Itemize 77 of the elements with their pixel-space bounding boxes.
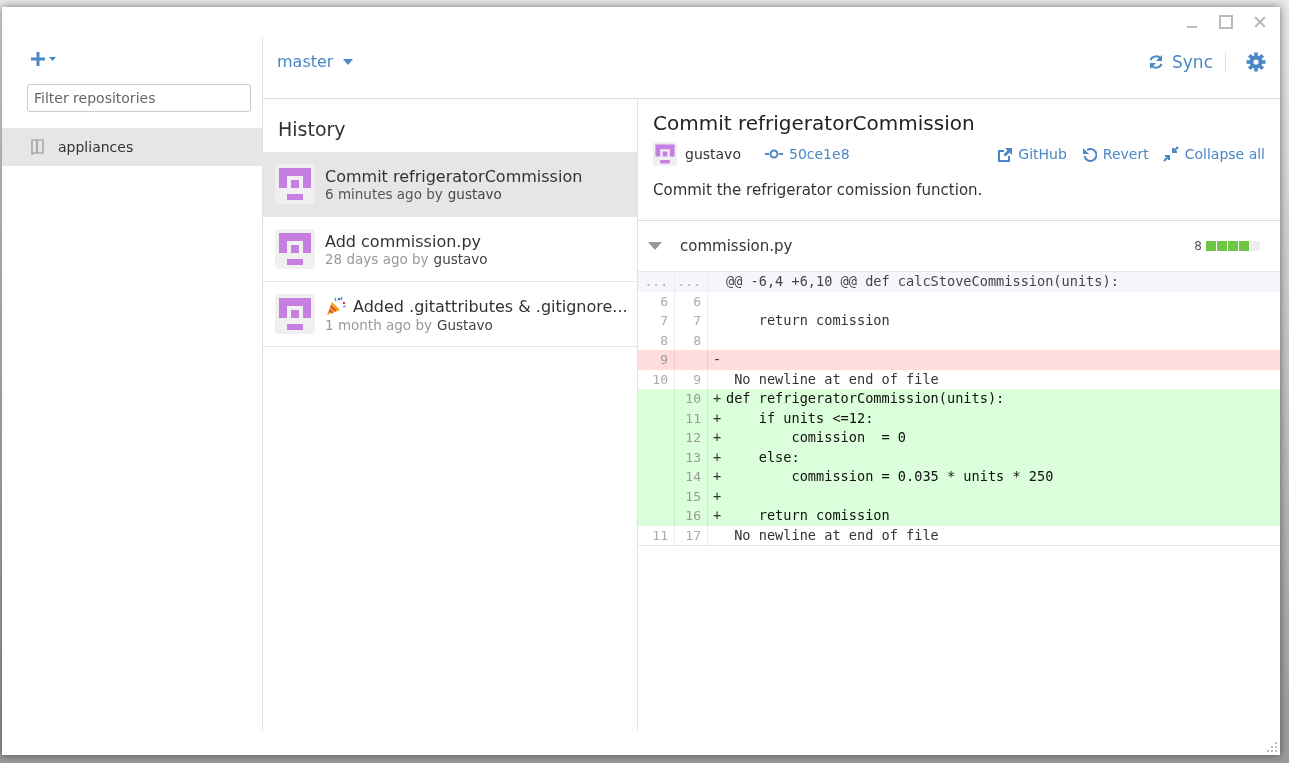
code-text: def refrigeratorCommission(units): xyxy=(726,389,1006,408)
line-number: 10 xyxy=(675,389,708,409)
code-text: No newline at end of file xyxy=(733,369,940,389)
commit-time: 6 minutes ago by xyxy=(325,185,443,202)
github-link[interactable]: GitHub xyxy=(996,146,1067,162)
diff-marker: + xyxy=(711,389,723,408)
code-text: comission = 0 xyxy=(790,428,908,447)
avatar-icon xyxy=(275,164,315,204)
close-icon[interactable] xyxy=(1252,14,1268,30)
commit-item[interactable]: Added .gitattributes & .gitignore... 1 month ago by Gustavo xyxy=(263,282,637,347)
line-number: 7 xyxy=(638,311,675,331)
line-number: 12 xyxy=(675,428,708,448)
code-text: No newline at end of file xyxy=(733,525,940,545)
change-count: 8 xyxy=(1194,239,1202,253)
commit-description: Commit the refrigerator comission function. xyxy=(638,169,1280,221)
filter-field[interactable]: Filter repositories xyxy=(27,84,251,112)
history-title: History xyxy=(277,117,347,142)
commit-time: 1 month ago by xyxy=(325,317,432,333)
code-text: else: xyxy=(757,447,801,467)
repository-item[interactable]: appliances xyxy=(2,128,262,166)
diff-marker: + xyxy=(711,408,723,428)
diff-marker: + xyxy=(711,447,723,467)
commit-title: Commit refrigeratorCommission xyxy=(652,110,976,137)
line-number: 14 xyxy=(675,467,708,487)
diff-marker: + xyxy=(711,467,723,486)
code-text: commission = 0.035 * units * 250 xyxy=(790,467,1055,486)
avatar-icon xyxy=(653,142,677,166)
maximize-icon[interactable] xyxy=(1218,14,1234,30)
line-number: 6 xyxy=(638,291,675,311)
commit-time: 28 days ago by xyxy=(325,250,429,267)
avatar-icon xyxy=(275,229,315,269)
caret-icon xyxy=(343,58,354,65)
diff-marker: + xyxy=(711,428,723,447)
collapse-icon xyxy=(1162,146,1179,162)
sync-button[interactable]: Sync xyxy=(1148,51,1226,72)
party-popper-icon xyxy=(325,295,347,317)
code-text: return comission xyxy=(757,506,891,525)
commit-icon xyxy=(765,149,783,159)
commit-item[interactable]: Add commission.py 28 days ago by gustavo xyxy=(263,217,637,282)
code-text: return comission xyxy=(757,311,891,330)
branch-dropdown[interactable]: master xyxy=(277,52,354,71)
code-text: @@ -6,4 +6,10 @@ def calcStoveCommission(units): xyxy=(726,272,1120,291)
commit-author: gustavo xyxy=(433,250,488,267)
line-number: 11 xyxy=(638,525,675,545)
commit-item[interactable]: Commit refrigeratorCommission 6 minutes ago by gustavo xyxy=(263,152,637,217)
book-icon xyxy=(30,138,46,156)
avatar-icon xyxy=(275,294,315,334)
author-name: gustavo xyxy=(685,146,741,162)
line-number: 16 xyxy=(675,506,708,526)
collapse-all-button[interactable]: Collapse all xyxy=(1162,146,1265,162)
external-link-icon xyxy=(996,146,1013,162)
diff-marker: + xyxy=(711,486,723,506)
line-number: 9 xyxy=(638,350,675,370)
resize-grip-icon[interactable] xyxy=(1267,742,1277,752)
commit-title: Commit refrigeratorCommission xyxy=(325,166,583,186)
commit-title: Added .gitattributes & .gitignore... xyxy=(353,296,628,316)
code-text: if units <=12: xyxy=(757,408,875,428)
diff-marker: + xyxy=(711,506,723,525)
commit-author: Gustavo xyxy=(436,317,493,333)
commit-author: gustavo xyxy=(447,185,502,202)
line-number: ... xyxy=(638,272,675,292)
line-number: ... xyxy=(675,272,708,292)
file-name: commission.py xyxy=(680,237,794,255)
diff-marker: - xyxy=(711,350,723,369)
commit-sha-link[interactable]: 50ce1e8 xyxy=(765,146,850,162)
revert-button[interactable]: Revert xyxy=(1080,146,1149,162)
line-number: 6 xyxy=(675,291,708,311)
revert-icon xyxy=(1080,146,1097,162)
commit-title: Add commission.py xyxy=(325,231,482,251)
line-number: 17 xyxy=(675,525,708,545)
add-button[interactable] xyxy=(28,49,58,69)
plus-icon xyxy=(30,51,56,67)
repository-name: appliances xyxy=(58,139,134,155)
sync-icon xyxy=(1148,53,1164,70)
settings-icon[interactable] xyxy=(1246,51,1266,72)
expand-triangle-icon[interactable] xyxy=(648,241,662,251)
line-number: 7 xyxy=(675,311,708,331)
